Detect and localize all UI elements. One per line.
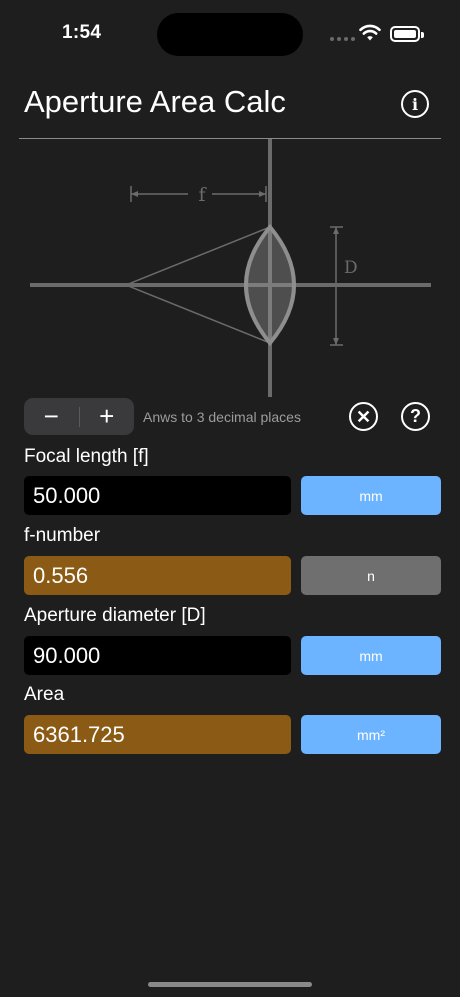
- help-icon: ?: [410, 406, 421, 426]
- status-time: 1:54: [62, 22, 102, 43]
- increment-button[interactable]: +: [80, 398, 135, 435]
- f-number-value[interactable]: 0.556: [24, 556, 291, 595]
- status-bar: 1:54: [0, 0, 460, 70]
- area-value[interactable]: 6361.725: [24, 715, 291, 754]
- decrement-button[interactable]: −: [24, 398, 79, 435]
- diameter-label: D: [344, 258, 358, 278]
- lens-shape: [244, 223, 296, 347]
- focal-length-unit-button[interactable]: mm: [301, 476, 441, 515]
- aperture-diameter-unit-button[interactable]: mm: [301, 636, 441, 675]
- precision-stepper[interactable]: − +: [24, 398, 134, 435]
- precision-label: Anws to 3 decimal places: [143, 409, 301, 425]
- help-button[interactable]: ?: [401, 402, 430, 431]
- aperture-diameter-input[interactable]: 90.000: [24, 636, 291, 675]
- dynamic-island: [157, 13, 303, 56]
- clear-icon: ✕: [355, 406, 372, 427]
- area-label: Area: [24, 684, 65, 705]
- area-unit-button[interactable]: mm²: [301, 715, 441, 754]
- f-number-label: f-number: [24, 525, 101, 546]
- battery-icon: [390, 26, 424, 42]
- focal-label: f: [198, 184, 207, 206]
- clear-button[interactable]: ✕: [349, 402, 378, 431]
- cellular-signal-icon: [330, 37, 355, 41]
- info-button[interactable]: i: [401, 90, 429, 118]
- home-indicator[interactable]: [148, 982, 312, 987]
- page-title: Aperture Area Calc: [24, 84, 286, 119]
- f-number-unit-button[interactable]: n: [301, 556, 441, 595]
- info-icon: i: [411, 94, 419, 114]
- focal-length-label: Focal length [f]: [24, 446, 149, 467]
- aperture-diameter-label: Aperture diameter [D]: [24, 605, 206, 626]
- lens-diagram: f D: [30, 139, 431, 397]
- wifi-icon: [359, 24, 381, 41]
- focal-length-input[interactable]: 50.000: [24, 476, 291, 515]
